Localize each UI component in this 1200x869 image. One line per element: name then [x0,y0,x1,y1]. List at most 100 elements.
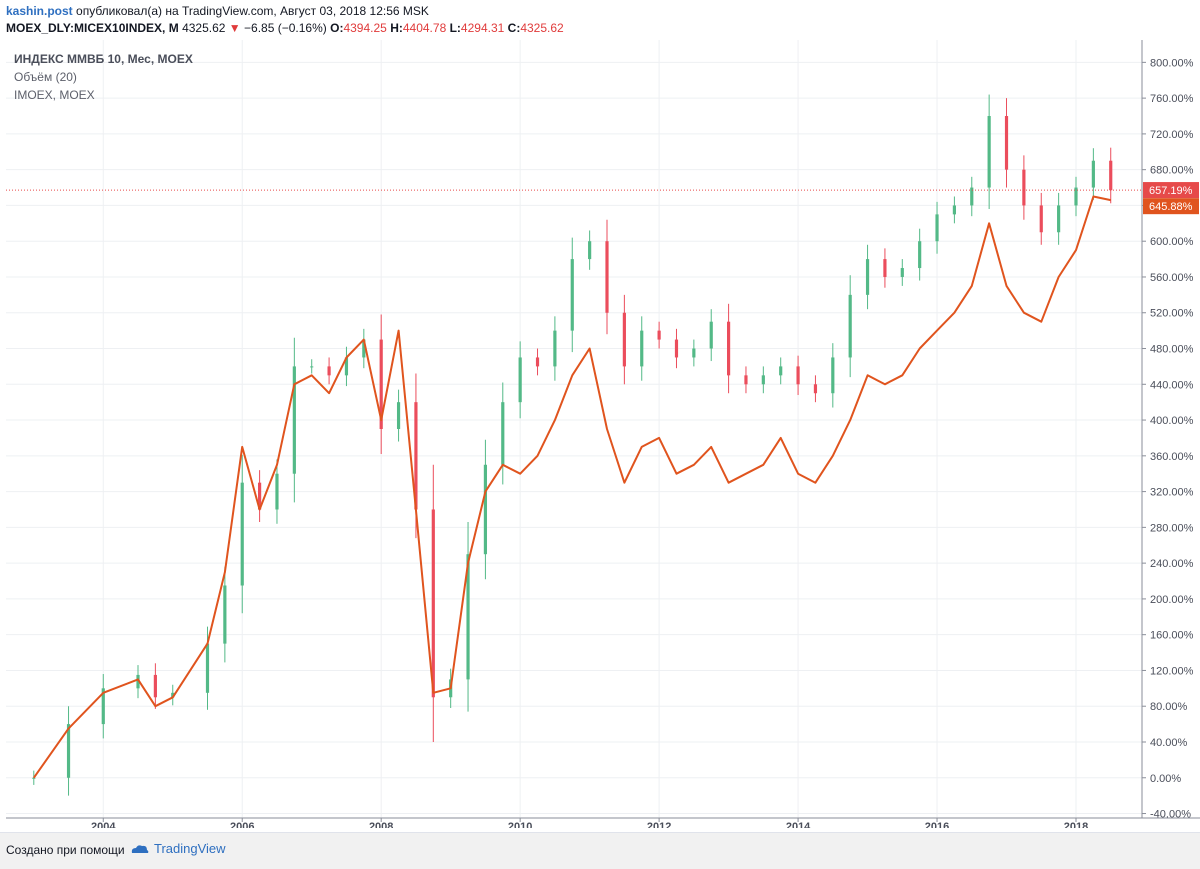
candle-body [1022,169,1026,206]
candle-body [900,268,904,277]
published-text: опубликовал(а) на TradingView.com, Авгус… [76,4,429,18]
y-tick-label: 80.00% [1150,701,1188,713]
x-tick-label: 2006 [230,821,254,828]
candle-body [535,357,540,367]
y-tick-label: 720.00% [1150,129,1194,141]
open-label: O: [330,21,344,35]
candle-body [918,241,922,269]
x-tick-label: 2014 [786,821,811,828]
legend-volume[interactable]: Объём (20) [14,68,193,86]
y-tick-label: 40.00% [1150,737,1188,749]
y-tick-label: 360.00% [1150,451,1194,463]
tradingview-cloud-icon [131,844,149,853]
candle-body [883,259,887,277]
candle-body [1004,116,1009,170]
candle-body [275,473,279,510]
symbol-line: MOEX_DLY:MICEX10INDEX, M 4325.62 ▼ −6.85… [6,21,564,35]
x-tick-label: 2016 [925,821,949,828]
y-tick-label: 0.00% [1150,773,1181,785]
candle-body [848,294,852,358]
author-link[interactable]: kashin.post [6,4,73,18]
legend-main-series[interactable]: ИНДЕКС ММВБ 10, Мес, MOEX [14,50,193,68]
chart-header: kashin.post опубликовал(а) на TradingVie… [0,0,1200,40]
candle-body [865,259,870,295]
candle-body [66,724,71,778]
open-value: 4394.25 [343,21,387,35]
close-label: C: [507,21,521,35]
last-price: 4325.62 [182,21,226,35]
candle-body [1091,160,1095,188]
candle-body [935,214,939,242]
candle-body [1057,205,1061,233]
high-value: 4404.78 [402,21,447,35]
footer-bar: Создано при помощи TradingView [0,832,1200,869]
candle-body [779,366,783,376]
plot-background [6,40,1142,818]
candle-body [622,312,626,367]
candle-body [310,366,314,368]
candle-body [292,366,296,474]
y-tick-label: 120.00% [1150,665,1194,677]
y-tick-label: 400.00% [1150,415,1194,427]
candle-body [588,241,592,260]
x-tick-label: 2008 [369,821,393,828]
y-tick-label: 800.00% [1150,57,1194,69]
candle-body [692,348,696,358]
candle-body [431,509,435,698]
legend-compare-series[interactable]: IMOEX, MOEX [14,86,193,104]
y-tick-label: 280.00% [1150,522,1194,534]
price-chart[interactable]: -40.00% 0.00% 40.00% 80.00% 120.00% 160.00% 20… [0,40,1200,828]
candle-body [813,384,818,394]
chart-area[interactable]: -40.00% 0.00% 40.00% 80.00% 120.00% 160.00% 20… [0,40,1200,828]
candle-body [240,482,244,586]
candle-body [727,321,731,376]
y-tick-label: 200.00% [1150,594,1194,606]
candle-body [761,375,765,385]
high-label: H: [390,21,403,35]
candle-body [796,366,800,385]
y-tick-label: 680.00% [1150,165,1194,177]
y-tick-label: 520.00% [1150,308,1194,320]
candle-body [709,321,713,349]
candle-body [744,375,748,385]
candle-body [831,357,835,394]
candle-body [640,330,644,367]
candle-body [1109,160,1113,191]
candle-body [327,366,331,376]
candle-body [501,402,505,465]
y-tick-label: 760.00% [1150,93,1194,105]
candle-body [674,339,679,358]
last-price-label: 657.19% [1149,185,1193,197]
candle-body [657,330,661,340]
tradingview-logo[interactable]: TradingView [130,841,226,856]
tradingview-brand[interactable]: TradingView [154,841,226,856]
x-tick-label: 2010 [508,821,532,828]
candle-body [553,330,557,367]
symbol-name[interactable]: MOEX_DLY:MICEX10INDEX, M [6,21,179,35]
candle-body [570,259,574,331]
created-with-text: Создано при помощи [6,843,125,857]
candle-body [205,643,210,693]
x-tick-label: 2004 [91,821,116,828]
y-tick-label: 560.00% [1150,272,1194,284]
candle-body [605,241,609,313]
y-tick-label: 480.00% [1150,344,1194,356]
y-tick-label: -40.00% [1150,809,1191,821]
y-tick-label: 600.00% [1150,236,1194,248]
publish-line: kashin.post опубликовал(а) на TradingVie… [6,4,429,18]
down-arrow-icon: ▼ [228,21,241,35]
candle-body [483,464,488,555]
candle-body [987,116,991,188]
candle-body [223,585,227,644]
x-tick-label: 2018 [1064,821,1088,828]
close-value: 4325.62 [520,21,564,35]
compare-price-label: 645.88% [1149,201,1193,213]
candle-body [396,402,401,429]
low-label: L: [449,21,461,35]
y-tick-label: 160.00% [1150,630,1194,642]
low-value: 4294.31 [460,21,505,35]
candle-body [1039,205,1043,233]
candle-body [952,205,956,215]
candle-body [153,674,157,698]
y-tick-label: 240.00% [1150,558,1194,570]
